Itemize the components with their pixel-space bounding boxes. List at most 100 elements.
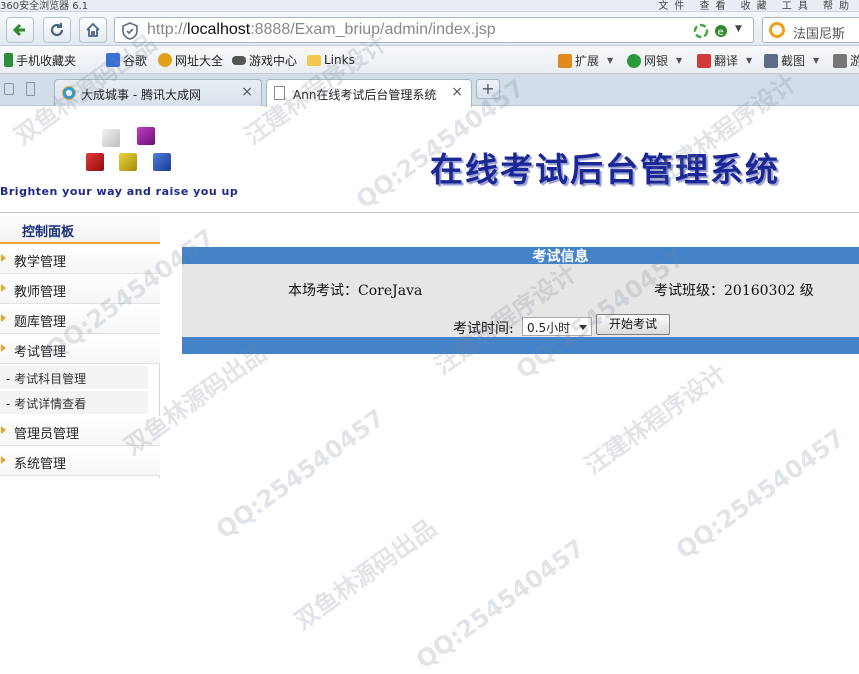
watermark-qq: QQ:254540457	[210, 403, 390, 545]
window-menu[interactable]: 文件 查看 收藏 工具 帮助	[658, 0, 855, 11]
logo-cube-red	[86, 153, 104, 171]
sidebar-item-system[interactable]: 系统管理	[0, 446, 160, 476]
arrow-right-icon	[1, 284, 6, 292]
watermark-qq: QQ:254540457	[410, 533, 590, 674]
tab-list-icon[interactable]	[4, 83, 14, 95]
tab-bar: 大成城事 - 腾讯大成网 × Ann在线考试后台管理系统 ×	[0, 74, 859, 107]
sidebar-item-label: 教师管理	[14, 285, 67, 300]
url-prefix: http://	[147, 21, 188, 38]
tool-label: 截图	[781, 54, 806, 68]
exam-time-select[interactable]: 0.5小时	[522, 317, 592, 336]
refresh-button[interactable]	[43, 17, 71, 43]
sidebar-subitem-label: - 考试详情查看	[6, 397, 87, 411]
favorite-label: 谷歌	[123, 53, 148, 68]
extensions-icon	[558, 53, 572, 68]
ie-mode-icon[interactable]: e	[713, 23, 729, 39]
tool-label: 游	[850, 54, 859, 68]
gamepad-icon	[232, 55, 246, 65]
url-path: :8888/Exam_briup/admin/index.jsp	[250, 21, 496, 38]
game-icon	[833, 53, 847, 68]
sidebar-item-admins[interactable]: 管理员管理	[0, 416, 160, 446]
window-title: 360安全浏览器 6.1	[0, 1, 89, 12]
sidebar: 控制面板 教学管理 教师管理 题库管理 考试管理 - 考试科目管理 - 考试详情…	[0, 214, 160, 478]
back-button[interactable]	[6, 17, 34, 43]
page-header: Brighten your way and raise you up 在线考试后…	[0, 107, 859, 213]
page-favicon-icon	[274, 86, 285, 100]
watermark-qq: QQ:254540457	[670, 423, 850, 565]
sidebar-item-label: 系统管理	[14, 457, 67, 472]
sidebar-item-teachers[interactable]: 教师管理	[0, 274, 160, 304]
sidebar-item-label: 考试管理	[14, 345, 67, 360]
speed-mode-icon[interactable]	[693, 23, 709, 39]
tab-label: Ann在线考试后台管理系统	[293, 88, 437, 102]
google-icon	[106, 53, 120, 67]
sidebar-subitem-exam-details[interactable]: - 考试详情查看	[0, 391, 148, 415]
dropdown-arrow-icon: ▼	[676, 56, 683, 65]
exam-time-label: 考试时间:	[453, 321, 514, 337]
chevron-down-icon	[579, 325, 587, 330]
favorite-item-mobile[interactable]: 手机收藏夹	[4, 52, 76, 68]
dropdown-arrow-icon: ▼	[813, 56, 820, 65]
tool-games[interactable]: 游	[833, 52, 859, 69]
search-input-text: 法国尼斯	[793, 27, 846, 42]
watermark-text: 双鱼林源码出品	[289, 513, 442, 636]
security-shield-icon	[122, 22, 138, 40]
exam-time-value: 0.5小时	[527, 321, 571, 335]
watermark-text: 汪建林程序设计	[579, 358, 732, 481]
favorite-item-games[interactable]: 游戏中心	[232, 52, 297, 68]
tab-tencent-news[interactable]: 大成城事 - 腾讯大成网 ×	[54, 79, 262, 106]
tool-label: 网银	[644, 54, 669, 68]
favorite-label: Links	[324, 53, 355, 67]
dropdown-arrow-icon: ▼	[746, 56, 753, 65]
logo-cube-blue	[153, 153, 171, 171]
arrow-right-icon	[1, 426, 6, 434]
tab-exam-admin[interactable]: Ann在线考试后台管理系统 ×	[266, 79, 472, 107]
tool-translate[interactable]: 翻译 ▼	[697, 52, 752, 69]
logo-cube-purple	[137, 127, 155, 145]
favorite-item-google[interactable]: 谷歌	[106, 52, 147, 68]
sidebar-item-teaching[interactable]: 教学管理	[0, 244, 160, 274]
tool-label: 扩展	[575, 54, 600, 68]
start-exam-button[interactable]: 开始考试	[596, 314, 670, 335]
arrow-right-icon	[1, 254, 6, 262]
exam-info-title: 考试信息	[532, 249, 589, 265]
logo-cube-grey	[102, 129, 120, 147]
search-engine-icon[interactable]	[769, 22, 785, 38]
search-box[interactable]: 法国尼斯	[762, 17, 859, 43]
exam-info-panel: 考试信息 本场考试：CoreJava 考试班级：20160302 级 考试时间:…	[182, 247, 859, 354]
sidebar-subitem-exam-subjects[interactable]: - 考试科目管理	[0, 366, 148, 390]
tab-close-icon[interactable]: ×	[451, 84, 463, 100]
arrow-right-icon	[1, 314, 6, 322]
favorite-label: 网址大全	[175, 53, 224, 68]
directory-icon	[158, 53, 172, 67]
current-exam-label: 本场考试：CoreJava	[288, 283, 423, 299]
window-title-strip: 360安全浏览器 6.1 文件 查看 收藏 工具 帮助	[0, 0, 859, 12]
tool-ebank[interactable]: 网银 ▼	[627, 52, 682, 69]
favorite-item-directory[interactable]: 网址大全	[158, 52, 223, 68]
tab-close-icon[interactable]: ×	[241, 84, 253, 100]
sidebar-item-label: 教学管理	[14, 255, 67, 270]
sidebar-subitem-label: - 考试科目管理	[6, 372, 87, 386]
new-tab-button[interactable]: +	[476, 79, 500, 99]
url-dropdown-icon[interactable]: ▼	[735, 24, 742, 34]
sidebar-item-question-bank[interactable]: 题库管理	[0, 304, 160, 334]
address-bar[interactable]: http://localhost:8888/Exam_briup/admin/i…	[114, 17, 754, 43]
url-host: localhost	[187, 21, 251, 38]
svg-text:e: e	[718, 27, 724, 38]
mobile-view-icon[interactable]	[26, 82, 35, 96]
exam-info-header: 考试信息	[182, 247, 859, 265]
control-panel-title: 控制面板	[22, 225, 75, 240]
tab-label: 大成城事 - 腾讯大成网	[81, 88, 201, 102]
logo-slogan: Brighten your way and raise you up	[0, 185, 239, 198]
tool-screenshot[interactable]: 截图 ▼	[764, 52, 819, 69]
control-panel-header: 控制面板	[0, 214, 160, 244]
tool-extensions[interactable]: 扩展 ▼	[558, 52, 613, 69]
exam-info-footer	[182, 337, 859, 354]
sidebar-item-exams[interactable]: 考试管理	[0, 334, 160, 364]
ebank-icon	[627, 53, 641, 68]
favorite-item-links[interactable]: Links	[307, 52, 355, 68]
system-title: 在线考试后台管理系统	[430, 150, 780, 189]
home-button[interactable]	[79, 17, 107, 43]
refresh-icon	[50, 23, 64, 37]
arrow-right-icon	[1, 344, 6, 352]
